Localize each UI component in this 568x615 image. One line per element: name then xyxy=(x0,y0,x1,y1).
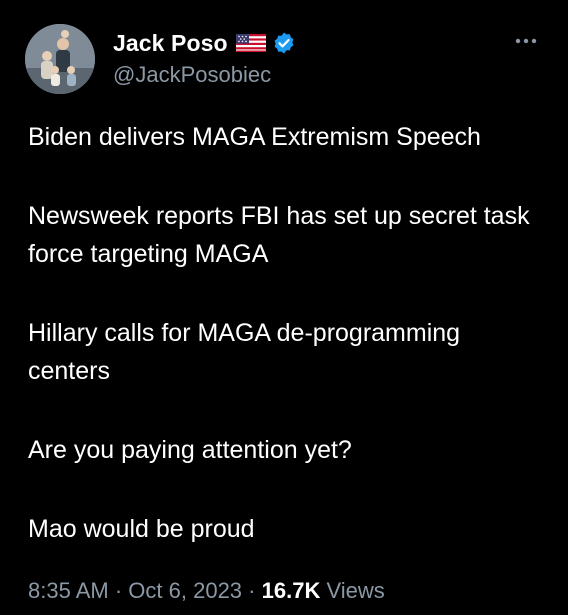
tweet-text: Biden delivers MAGA Extremism Speech New… xyxy=(28,118,548,589)
tweet-meta: 8:35 AM · Oct 6, 2023 · 16.7K Views xyxy=(28,578,385,604)
tweet-card: Jack Poso @JackPosobiec Biden delivers M… xyxy=(0,0,568,615)
tweet-paragraph: Mao would be proud xyxy=(28,515,255,543)
author-handle[interactable]: @JackPosobiec xyxy=(113,62,271,88)
meta-separator: · xyxy=(114,578,123,603)
views-label: Views xyxy=(326,578,385,603)
tweet-time[interactable]: 8:35 AM xyxy=(28,578,109,603)
author-display-name[interactable]: Jack Poso xyxy=(113,30,228,57)
author-name-row: Jack Poso xyxy=(113,28,296,58)
avatar[interactable] xyxy=(25,24,95,94)
tweet-paragraph: Hillary calls for MAGA de-programming ce… xyxy=(28,319,468,385)
tweet-date[interactable]: Oct 6, 2023 xyxy=(128,578,242,603)
verified-badge-icon[interactable] xyxy=(272,31,296,55)
meta-separator: · xyxy=(248,578,256,603)
views-count[interactable]: 16.7K xyxy=(262,578,321,603)
more-options-icon[interactable] xyxy=(512,34,542,48)
tweet-paragraph: Biden delivers MAGA Extremism Speech xyxy=(28,123,481,151)
us-flag-icon xyxy=(235,34,266,52)
tweet-paragraph: Newsweek reports FBI has set up secret t… xyxy=(28,202,537,268)
tweet-paragraph: Are you paying attention yet? xyxy=(28,436,352,464)
